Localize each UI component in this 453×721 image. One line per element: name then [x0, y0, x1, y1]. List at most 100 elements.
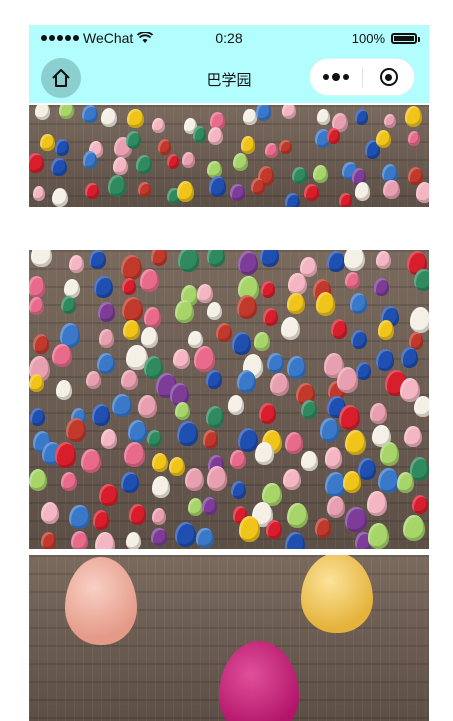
knitted-egg: [143, 306, 162, 328]
knitted-egg: [166, 153, 180, 169]
knitted-egg: [345, 429, 367, 456]
close-button[interactable]: [363, 68, 414, 86]
knitted-egg: [285, 192, 300, 207]
knitted-egg: [177, 250, 199, 273]
knitted-egg: [123, 319, 141, 341]
more-dots-icon: [323, 74, 329, 80]
knitted-egg: [345, 272, 360, 290]
knitted-egg: [151, 250, 168, 266]
knitted-egg: [29, 373, 45, 393]
knitted-egg: [40, 531, 57, 549]
knitted-egg: [355, 361, 371, 380]
knitted-egg: [209, 176, 227, 198]
knitted-egg: [366, 491, 388, 516]
knitted-egg: [326, 496, 345, 519]
knitted-egg: [151, 476, 170, 498]
more-button[interactable]: [310, 73, 362, 81]
knitted-egg: [60, 296, 77, 315]
knitted-egg: [98, 329, 115, 348]
knitted-egg: [326, 127, 340, 144]
knitted-egg: [68, 254, 84, 274]
knitted-egg: [379, 442, 400, 466]
knitted-egg: [29, 297, 44, 316]
knitted-egg: [196, 527, 214, 549]
feed-image-1[interactable]: [29, 105, 429, 207]
knitted-egg: [205, 405, 225, 428]
knitted-egg: [101, 108, 118, 128]
knitted-egg: [237, 295, 258, 320]
knitted-egg: [283, 469, 301, 491]
feed-image-3[interactable]: [29, 555, 429, 721]
knitted-egg: [196, 283, 213, 303]
knitted-egg: [375, 250, 391, 269]
knitted-egg: [349, 293, 368, 315]
feed-image-2[interactable]: [29, 250, 429, 549]
knitted-egg: [89, 250, 106, 270]
knitted-egg: [126, 531, 142, 549]
knitted-egg: [127, 419, 148, 443]
knitted-egg: [151, 507, 167, 525]
knitted-egg: [207, 126, 224, 146]
knitted-egg: [236, 370, 256, 394]
knitted-egg: [172, 348, 190, 370]
knitted-egg: [121, 278, 136, 296]
knitted-egg: [269, 372, 290, 397]
knitted-egg: [29, 276, 46, 298]
menu-capsule: [309, 58, 415, 96]
battery-fill: [394, 36, 414, 41]
knitted-egg: [345, 506, 367, 533]
knitted-egg: [107, 175, 126, 197]
knitted-egg: [383, 113, 397, 129]
knitted-egg: [300, 256, 318, 278]
knitted-egg: [407, 131, 421, 146]
knitted-egg: [230, 449, 247, 470]
navigation-bar: 巴学园: [29, 53, 429, 103]
knitted-egg: [227, 395, 244, 416]
knitted-egg: [54, 442, 77, 469]
knitted-egg: [255, 105, 272, 121]
knitted-egg: [255, 442, 275, 465]
knitted-egg: [237, 250, 259, 276]
knitted-egg: [267, 353, 285, 374]
battery-group: 100%: [351, 31, 420, 46]
knitted-egg: [168, 456, 186, 477]
knitted-egg: [260, 250, 279, 267]
knitted-egg: [174, 401, 190, 420]
battery-percent: 100%: [351, 31, 385, 46]
knitted-egg: [314, 518, 332, 538]
knitted-egg: [35, 105, 51, 120]
knitted-egg: [367, 523, 389, 549]
knitted-egg: [99, 483, 118, 506]
knitted-egg: [52, 187, 69, 207]
knitted-egg: [254, 332, 270, 351]
knitted-egg: [285, 532, 306, 549]
knitted-egg: [51, 157, 68, 177]
knitted-egg: [232, 152, 248, 172]
knitted-egg: [230, 480, 247, 500]
knitted-egg: [284, 431, 304, 454]
knitted-egg: [152, 117, 166, 134]
knitted-egg: [94, 276, 113, 299]
knitted-egg: [377, 467, 399, 493]
knitted-egg: [92, 404, 111, 426]
knitted-egg: [137, 181, 151, 198]
knitted-egg: [304, 183, 319, 201]
knitted-egg: [206, 466, 227, 491]
knitted-egg: [69, 504, 90, 530]
knitted-egg: [344, 250, 365, 271]
knitted-egg: [330, 318, 348, 339]
knitted-egg: [201, 496, 217, 515]
knitted-egg: [192, 126, 207, 143]
knitted-egg: [373, 278, 389, 297]
knitted-egg: [207, 301, 223, 320]
knitted-egg: [410, 306, 429, 333]
knitted-egg: [181, 152, 195, 169]
yellow-egg: [301, 555, 373, 633]
knitted-egg: [55, 139, 69, 156]
knitted-egg: [122, 297, 143, 323]
knitted-egg: [185, 468, 205, 491]
knitted-egg: [29, 468, 47, 491]
knitted-egg: [396, 472, 414, 493]
knitted-egg: [120, 369, 138, 390]
knitted-egg: [414, 395, 429, 417]
